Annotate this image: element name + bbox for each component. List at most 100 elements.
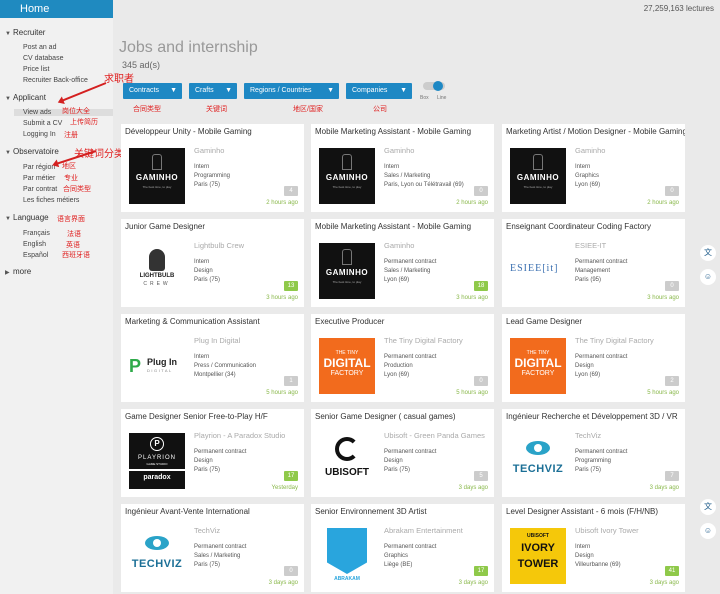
job-card[interactable]: Ingénieur Recherche et Développement 3D … (502, 409, 685, 497)
company-logo[interactable]: UBISOFT IVORY TOWER (510, 528, 566, 584)
company-name[interactable]: TechViz (194, 526, 300, 535)
sidebar-item-recruiter-backoffice[interactable]: Recruiter Back-office (23, 77, 88, 84)
craft: Design (575, 553, 594, 559)
sidebar-item-francais[interactable]: Français (23, 230, 50, 237)
job-title[interactable]: Enseignant Coordinateur Coding Factory (506, 222, 685, 231)
company-name[interactable]: The Tiny Digital Factory (575, 336, 681, 345)
translate-icon[interactable]: 文 (700, 245, 716, 261)
job-title[interactable]: Senior Environnement 3D Artist (315, 507, 494, 516)
company-name[interactable]: Playrion - A Paradox Studio (194, 431, 300, 440)
job-title[interactable]: Ingénieur Recherche et Développement 3D … (506, 412, 685, 421)
company-logo[interactable]: THE TINY DIGITAL FACTORY (510, 338, 566, 394)
filter-label: Regions / Countries (250, 87, 312, 94)
company-logo[interactable]: LIGHTBULB CREW (129, 243, 185, 299)
company-logo[interactable]: TECHVIZ (129, 528, 185, 584)
job-title[interactable]: Marketing & Communication Assistant (125, 317, 304, 326)
sidebar-item-english[interactable]: English (23, 241, 46, 248)
location: Lyon (69) (384, 372, 410, 378)
sidebar-item-post-ad[interactable]: Post an ad (23, 44, 56, 51)
craft: Management (575, 268, 611, 274)
job-title[interactable]: Mobile Marketing Assistant - Mobile Gami… (315, 127, 494, 136)
job-card[interactable]: Level Designer Assistant - 6 mois (F/H/N… (502, 504, 685, 592)
sidebar-item-submit-cv[interactable]: Submit a CV (23, 120, 62, 127)
job-title[interactable]: Executive Producer (315, 317, 494, 326)
translate-icon[interactable]: 文 (700, 499, 716, 515)
company-logo[interactable]: ESIEE[it] (510, 243, 566, 299)
company-logo[interactable]: GAMINHO The best time, to play (510, 148, 566, 204)
company-name[interactable]: Lightbulb Crew (194, 241, 300, 250)
job-title[interactable]: Level Designer Assistant - 6 mois (F/H/N… (506, 507, 685, 516)
job-title[interactable]: Mobile Marketing Assistant - Mobile Gami… (315, 222, 494, 231)
section-recruiter[interactable]: ▼ Recruiter (5, 28, 45, 37)
chat-icon[interactable]: ☺ (700, 269, 716, 285)
section-observatoire[interactable]: ▼ Observatoire (5, 147, 59, 156)
logo-text: paradox (129, 471, 185, 489)
job-title[interactable]: Game Designer Senior Free-to-Play H/F (125, 412, 304, 421)
job-card[interactable]: Junior Game Designer LIGHTBULB CREW Lightbu… (121, 219, 304, 307)
company-logo[interactable]: GAMINHO The best time, to play (319, 243, 375, 299)
job-card[interactable]: Enseignant Coordinateur Coding Factory ES… (502, 219, 685, 307)
company-logo[interactable]: GAMINHO The best time, to play (129, 148, 185, 204)
company-name[interactable]: Plug In Digital (194, 336, 300, 345)
contract-type: Intern (194, 259, 210, 265)
company-logo[interactable]: THE TINY DIGITAL FACTORY (319, 338, 375, 394)
job-card[interactable]: Mobile Marketing Assistant - Mobile Gami… (311, 219, 494, 307)
job-title[interactable]: Développeur Unity - Mobile Gaming (125, 127, 304, 136)
job-card[interactable]: Lead Game Designer THE TINY DIGITAL FACTORY… (502, 314, 685, 402)
job-card[interactable]: Développeur Unity - Mobile Gaming GAMINHO… (121, 124, 304, 212)
company-name[interactable]: The Tiny Digital Factory (384, 336, 490, 345)
job-title[interactable]: Lead Game Designer (506, 317, 685, 326)
company-name[interactable]: ESIEE-IT (575, 241, 681, 250)
sidebar-item-par-contrat[interactable]: Par contrat (23, 186, 57, 193)
section-applicant[interactable]: ▼ Applicant (5, 93, 46, 102)
sidebar-item-price-list[interactable]: Price list (23, 66, 49, 73)
sidebar-item-par-region[interactable]: Par région (23, 164, 55, 171)
company-logo[interactable]: P Plug In DIGITAL (129, 338, 185, 394)
section-label: Language (13, 213, 49, 222)
craft: Sales / Marketing (384, 173, 431, 179)
job-title[interactable]: Ingénieur Avant-Vente International (125, 507, 304, 516)
company-name[interactable]: Gaminho (384, 241, 490, 250)
sidebar-item-logging-in[interactable]: Logging In (23, 131, 56, 138)
job-card[interactable]: Ingénieur Avant-Vente International TECHV… (121, 504, 304, 592)
company-logo[interactable]: GAMINHO The best time, to play (319, 148, 375, 204)
view-toggle[interactable] (423, 81, 445, 91)
section-more[interactable]: ▶ more (5, 267, 31, 276)
job-title[interactable]: Senior Game Designer ( casual games) (315, 412, 494, 421)
filter-contracts[interactable]: Contracts ▼ (123, 83, 182, 99)
job-title[interactable]: Marketing Artist / Motion Designer - Mob… (506, 127, 685, 136)
company-name[interactable]: Abrakam Entertainment (384, 526, 490, 535)
job-card[interactable]: Marketing Artist / Motion Designer - Mob… (502, 124, 685, 212)
company-name[interactable]: Gaminho (194, 146, 300, 155)
company-logo[interactable]: P PLAYRION GAME STUDIO paradox (129, 433, 185, 489)
filter-regions[interactable]: Regions / Countries ▼ (244, 83, 339, 99)
section-label: Observatoire (13, 147, 59, 156)
company-name[interactable]: Gaminho (575, 146, 681, 155)
company-name[interactable]: Gaminho (384, 146, 490, 155)
job-card[interactable]: Mobile Marketing Assistant - Mobile Gami… (311, 124, 494, 212)
job-title[interactable]: Junior Game Designer (125, 222, 304, 231)
company-logo[interactable]: UBISOFT (319, 433, 375, 489)
section-language[interactable]: ▼ Language (5, 213, 49, 222)
sidebar-item-cv-database[interactable]: CV database (23, 55, 63, 62)
job-card[interactable]: Senior Game Designer ( casual games) UBIS… (311, 409, 494, 497)
job-card[interactable]: Senior Environnement 3D Artist ABRAKAM Abr… (311, 504, 494, 592)
chevron-down-icon: ▼ (225, 87, 232, 94)
company-logo[interactable]: TECHVIZ (510, 433, 566, 489)
filter-crafts[interactable]: Crafts ▼ (189, 83, 237, 99)
sidebar-item-espanol[interactable]: Español (23, 252, 48, 259)
company-name[interactable]: Ubisoft - Green Panda Games (384, 431, 490, 440)
sidebar-item-par-metier[interactable]: Par métier (23, 175, 55, 182)
job-card[interactable]: Executive Producer THE TINY DIGITAL FACTORY… (311, 314, 494, 402)
job-card[interactable]: Marketing & Communication Assistant P Plug… (121, 314, 304, 402)
logo-top: P PLAYRION GAME STUDIO (129, 433, 185, 469)
posted-time: 3 days ago (458, 485, 488, 491)
chat-icon[interactable]: ☺ (700, 523, 716, 539)
home-link[interactable]: Home (0, 0, 113, 18)
company-name[interactable]: Ubisoft Ivory Tower (575, 526, 681, 535)
filter-companies[interactable]: Companies ▼ (346, 83, 412, 99)
company-name[interactable]: TechViz (575, 431, 681, 440)
company-logo[interactable]: ABRAKAM (319, 528, 375, 584)
job-card[interactable]: Game Designer Senior Free-to-Play H/F P PL… (121, 409, 304, 497)
sidebar-item-fiches-metiers[interactable]: Les fiches métiers (23, 197, 79, 204)
